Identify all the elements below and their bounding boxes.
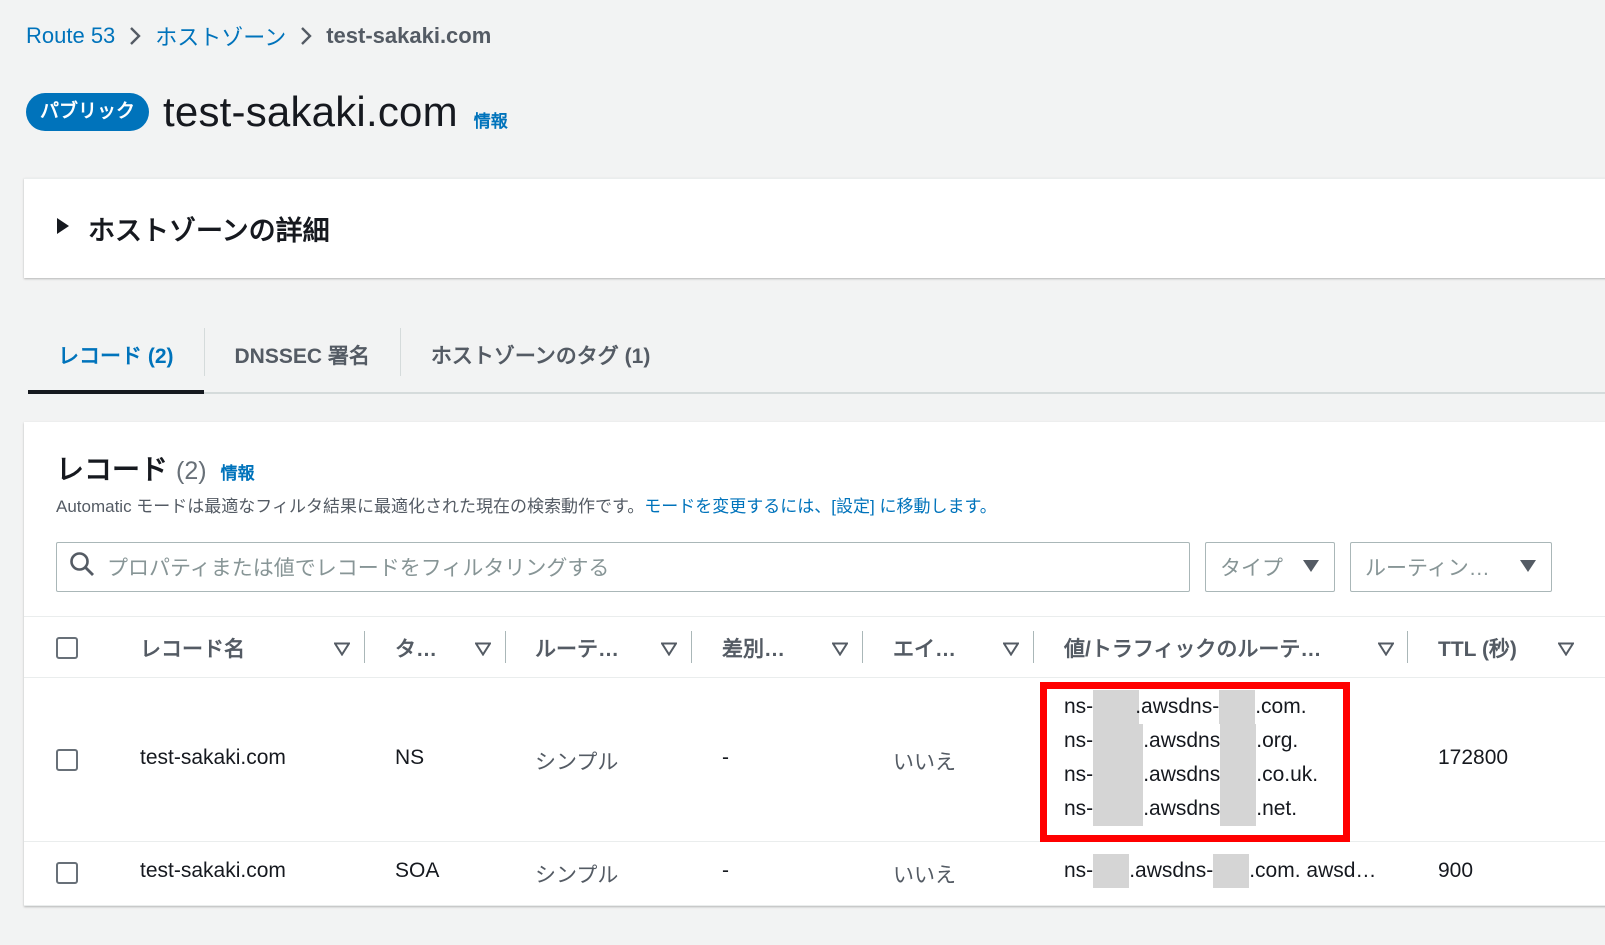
breadcrumb: Route 53 ホストゾーン test-sakaki.com	[26, 20, 491, 52]
tab-records[interactable]: レコード (2)	[28, 318, 204, 394]
column-label: エイ…	[893, 638, 956, 661]
sort-down-icon	[660, 638, 678, 662]
column-label: レコード名	[140, 638, 245, 661]
table-row[interactable]: test-sakaki.com NS シンプル - いいえ ns- .awsdns…	[24, 678, 1605, 842]
caret-down-icon	[1519, 555, 1537, 579]
page-title: test-sakaki.com	[163, 88, 458, 135]
search-placeholder: プロパティまたは値でレコードをフィルタリングする	[107, 557, 610, 580]
soa-rest: .com. awsd…	[1249, 859, 1377, 882]
column-label: TTL (秒)	[1438, 638, 1517, 661]
record-name: test-sakaki.com	[140, 859, 286, 882]
column-divider	[1033, 631, 1034, 663]
redaction-mask	[1213, 854, 1250, 888]
routing-filter-label: ルーティン…	[1365, 557, 1490, 580]
column-header-ttl[interactable]: TTL (秒)	[1438, 617, 1575, 679]
record-ttl: 900	[1438, 859, 1474, 882]
sort-down-icon	[1377, 638, 1395, 662]
search-input[interactable]: プロパティまたは値でレコードをフィルタリングする	[56, 542, 1190, 592]
caret-right-icon	[56, 217, 70, 240]
record-ttl: 172800	[1438, 746, 1509, 769]
routing-filter-dropdown[interactable]: ルーティン…	[1350, 542, 1552, 592]
record-routing: シンプル	[535, 864, 619, 887]
sort-down-icon	[333, 638, 351, 662]
column-divider	[505, 631, 506, 663]
column-divider	[1407, 631, 1408, 663]
column-label: タ…	[395, 638, 437, 661]
info-link[interactable]: 情報	[474, 107, 508, 132]
record-differentiator: -	[722, 859, 729, 882]
column-header-alias[interactable]: エイ…	[893, 617, 1033, 679]
breadcrumb-current: test-sakaki.com	[326, 23, 492, 48]
soa-domain: .awsdns-	[1129, 859, 1214, 882]
soa-prefix: ns-	[1064, 859, 1094, 882]
column-divider	[364, 631, 365, 663]
record-routing: シンプル	[535, 751, 619, 774]
type-filter-dropdown[interactable]: タイプ	[1205, 542, 1335, 592]
tab-dnssec[interactable]: DNSSEC 署名	[205, 318, 400, 392]
records-description-text: Automatic モードは最適なフィルタ結果に最適化された現在の検索動作です。	[56, 497, 645, 516]
record-differentiator: -	[722, 746, 729, 769]
row-checkbox[interactable]	[56, 749, 78, 771]
records-header: レコード (2) 情報	[56, 448, 255, 488]
sort-down-icon	[474, 638, 492, 662]
soa-value: ns- .awsdns- .com. awsd…	[1064, 854, 1376, 888]
select-all-checkbox[interactable]	[56, 637, 78, 659]
caret-down-icon	[1302, 555, 1320, 579]
table-row[interactable]: test-sakaki.com SOA シンプル - いいえ ns- .awsdn…	[24, 842, 1605, 906]
type-filter-label: タイプ	[1220, 557, 1283, 580]
redaction-mask	[1093, 854, 1130, 888]
page-header: パブリック test-sakaki.com 情報	[26, 88, 508, 136]
records-description: Automatic モードは最適なフィルタ結果に最適化された現在の検索動作です。…	[56, 492, 997, 517]
column-header-differentiator[interactable]: 差別…	[722, 617, 862, 679]
change-mode-link[interactable]: モードを変更するには、[設定] に移動します。	[644, 497, 996, 516]
column-header-value[interactable]: 値/トラフィックのルーテ…	[1064, 617, 1408, 679]
column-header-record-name[interactable]: レコード名	[140, 617, 364, 679]
breadcrumb-hosted-zones-link[interactable]: ホストゾーン	[155, 20, 286, 52]
public-badge: パブリック	[26, 93, 150, 131]
record-type: SOA	[395, 859, 440, 882]
column-header-routing[interactable]: ルーテ…	[535, 617, 691, 679]
column-divider	[862, 631, 863, 663]
column-divider	[691, 631, 692, 663]
details-panel-label: ホストゾーンの詳細	[88, 216, 330, 246]
column-label: ルーテ…	[535, 638, 619, 661]
tab-bar: レコード (2) DNSSEC 署名 ホストゾーンのタグ (1)	[28, 318, 1605, 394]
records-info-link[interactable]: 情報	[221, 459, 255, 484]
chevron-right-icon	[286, 26, 326, 46]
record-alias: いいえ	[893, 751, 956, 774]
record-alias: いいえ	[893, 864, 956, 887]
records-heading: レコード	[56, 454, 169, 485]
column-label: 値/トラフィックのルーテ…	[1064, 638, 1322, 661]
row-checkbox[interactable]	[56, 862, 78, 884]
records-table-header: レコード名 タ… ルーテ… 差別… エイ… 値/トラフィックのルーテ… TTL …	[24, 616, 1605, 678]
hosted-zone-details-expander[interactable]: ホストゾーンの詳細	[24, 178, 1605, 278]
column-label: 差別…	[722, 638, 785, 661]
tab-tags[interactable]: ホストゾーンのタグ (1)	[401, 318, 680, 392]
records-panel: レコード (2) 情報 Automatic モードは最適なフィルタ結果に最適化さ…	[24, 422, 1605, 906]
records-count: (2)	[176, 457, 207, 485]
record-type: NS	[395, 746, 425, 769]
record-name: test-sakaki.com	[140, 746, 286, 769]
column-header-type[interactable]: タ…	[395, 617, 505, 679]
sort-down-icon	[1002, 638, 1020, 662]
chevron-right-icon	[115, 26, 155, 46]
breadcrumb-route53-link[interactable]: Route 53	[26, 23, 115, 49]
search-icon	[69, 551, 107, 583]
red-highlight-box	[1040, 682, 1350, 842]
sort-down-icon	[1557, 638, 1575, 662]
sort-down-icon	[831, 638, 849, 662]
